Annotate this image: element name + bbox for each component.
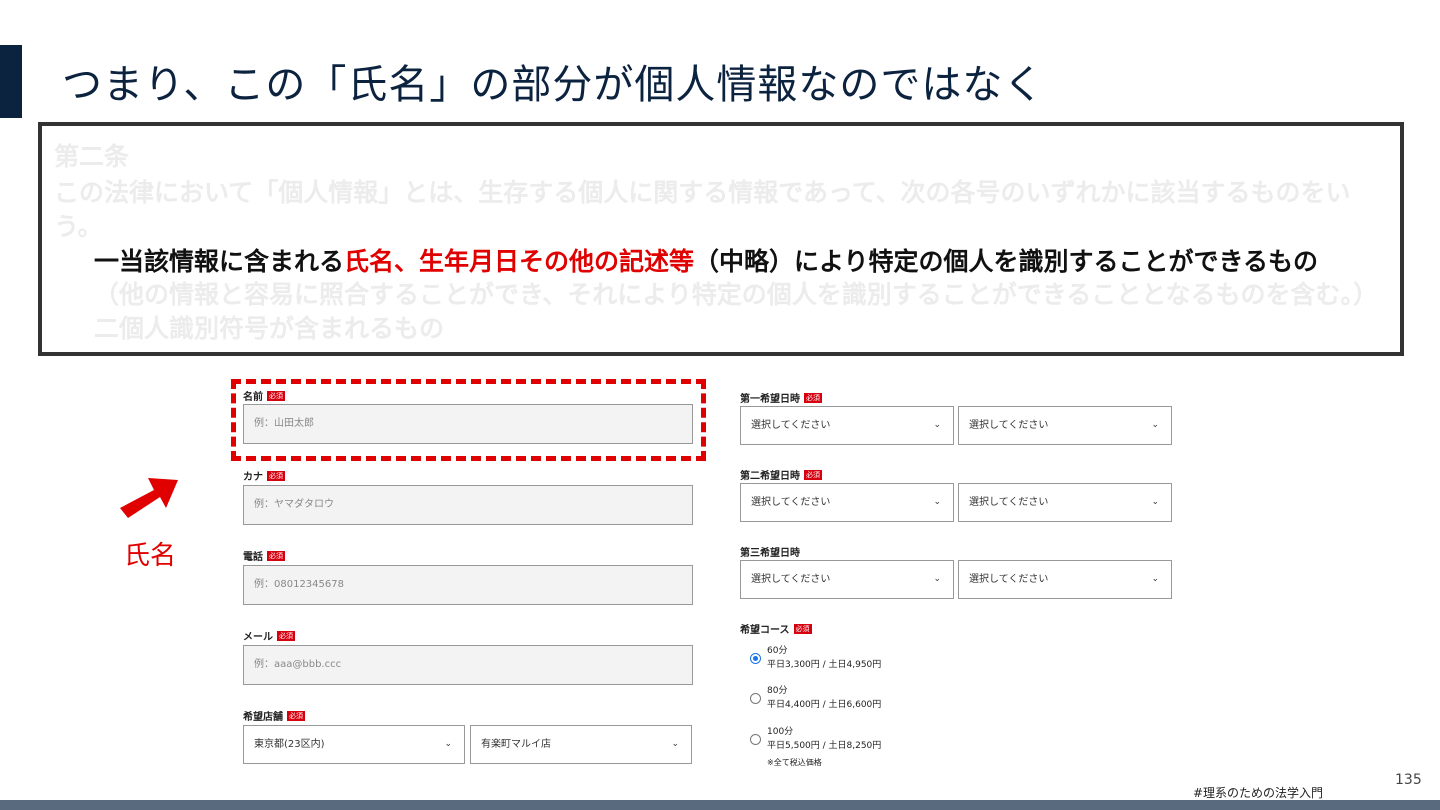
course-hashtag: #理系のための法学入門: [1193, 786, 1324, 800]
tax-note: ※全て税込価格: [767, 758, 822, 767]
slide-title: つまり、この「氏名」の部分が個人情報なのではなく: [62, 62, 1045, 108]
chevron-down-icon: ⌄: [1151, 497, 1159, 507]
page-number: 135: [1395, 772, 1422, 788]
chevron-down-icon: ⌄: [671, 739, 679, 749]
law-article-number: 第二条: [54, 142, 130, 171]
course-80-time: 80分: [767, 686, 788, 696]
schedule-1-time-select[interactable]: 選択してください ⌄: [958, 406, 1172, 445]
schedule-3-time-select[interactable]: 選択してください ⌄: [958, 560, 1172, 599]
email-label-text: メール: [243, 632, 273, 643]
course-label-text: 希望コース: [740, 625, 790, 636]
required-badge: 必須: [804, 392, 822, 403]
select-value: 選択してください: [969, 497, 1049, 508]
required-badge: 必須: [267, 550, 285, 561]
chevron-down-icon: ⌄: [933, 497, 941, 507]
store-branch-select[interactable]: 有楽町マルイ店 ⌄: [470, 725, 692, 764]
kana-label-text: カナ: [243, 472, 263, 483]
law-item-1-parenthetical: （他の情報と容易に照合することができ、それにより特定の個人を識別することができる…: [94, 280, 1379, 309]
required-badge: 必須: [793, 623, 812, 634]
chevron-down-icon: ⌄: [444, 739, 452, 749]
store-area-value: 東京都(23区内): [254, 739, 325, 750]
law-item-2: 二個人識別符号が含まれるもの: [94, 314, 445, 343]
chevron-down-icon: ⌄: [1151, 574, 1159, 584]
law-definition: この法律において「個人情報」とは、生存する個人に関する情報であって、次の各号のい…: [54, 178, 1351, 241]
schedule-1-label-text: 第一希望日時: [740, 394, 800, 405]
required-badge: 必須: [277, 630, 295, 641]
required-badge: 必須: [804, 469, 822, 480]
select-value: 選択してください: [969, 574, 1049, 585]
law-item-1: 一当該情報に含まれる氏名、生年月日その他の記述等（中略）により特定の個人を識別す…: [94, 242, 1318, 278]
schedule-2-date-select[interactable]: 選択してください ⌄: [740, 483, 954, 522]
law-item-1-suffix: （中略）により特定の個人を識別することができるもの: [694, 247, 1319, 276]
course-60-time: 60分: [767, 646, 788, 656]
store-label-text: 希望店舗: [243, 712, 283, 723]
schedule-3-label: 第三希望日時: [740, 544, 800, 559]
required-badge: 必須: [287, 710, 305, 721]
footer-bar: [0, 800, 1440, 810]
kana-label: カナ 必須: [243, 468, 285, 483]
law-item-1-highlight: 氏名、生年月日その他の記述等: [344, 247, 695, 276]
schedule-2-label-text: 第二希望日時: [740, 471, 800, 482]
arrow-icon: [120, 478, 178, 518]
course-100-radio[interactable]: [750, 734, 761, 745]
store-branch-value: 有楽町マルイ店: [481, 739, 551, 750]
course-60-price: 平日3,300円 / 土日4,950円: [767, 660, 882, 670]
schedule-2-time-select[interactable]: 選択してください ⌄: [958, 483, 1172, 522]
chevron-down-icon: ⌄: [933, 574, 941, 584]
phone-label-text: 電話: [243, 552, 263, 563]
required-badge: 必須: [267, 470, 285, 481]
store-label: 希望店舗 必須: [243, 708, 305, 723]
schedule-3-date-select[interactable]: 選択してください ⌄: [740, 560, 954, 599]
email-input[interactable]: 例：aaa@bbb.ccc: [243, 645, 693, 685]
phone-label: 電話 必須: [243, 548, 285, 563]
phone-input[interactable]: 例：08012345678: [243, 565, 693, 605]
schedule-1-label: 第一希望日時 必須: [740, 390, 822, 405]
schedule-3-label-text: 第三希望日時: [740, 548, 800, 559]
name-caption: 氏名: [124, 541, 177, 571]
select-value: 選択してください: [751, 574, 831, 585]
chevron-down-icon: ⌄: [1151, 420, 1159, 430]
select-value: 選択してください: [969, 420, 1049, 431]
course-label: 希望コース 必須: [740, 621, 812, 636]
select-value: 選択してください: [751, 420, 831, 431]
course-100-time: 100分: [767, 727, 794, 737]
store-area-select[interactable]: 東京都(23区内) ⌄: [243, 725, 465, 764]
kana-input[interactable]: 例：ヤマダタロウ: [243, 485, 693, 525]
schedule-1-date-select[interactable]: 選択してください ⌄: [740, 406, 954, 445]
course-60-radio[interactable]: [750, 653, 761, 664]
course-80-price: 平日4,400円 / 土日6,600円: [767, 700, 882, 710]
schedule-2-label: 第二希望日時 必須: [740, 467, 822, 482]
select-value: 選択してください: [751, 497, 831, 508]
course-80-radio[interactable]: [750, 693, 761, 704]
law-item-1-prefix: 一当該情報に含まれる: [94, 247, 345, 276]
title-accent-bar: [0, 45, 22, 118]
law-excerpt-box: 第二条 この法律において「個人情報」とは、生存する個人に関する情報であって、次の…: [38, 122, 1404, 356]
email-label: メール 必須: [243, 628, 295, 643]
name-field-highlight: [231, 379, 706, 461]
course-100-price: 平日5,500円 / 土日8,250円: [767, 741, 882, 751]
chevron-down-icon: ⌄: [933, 420, 941, 430]
